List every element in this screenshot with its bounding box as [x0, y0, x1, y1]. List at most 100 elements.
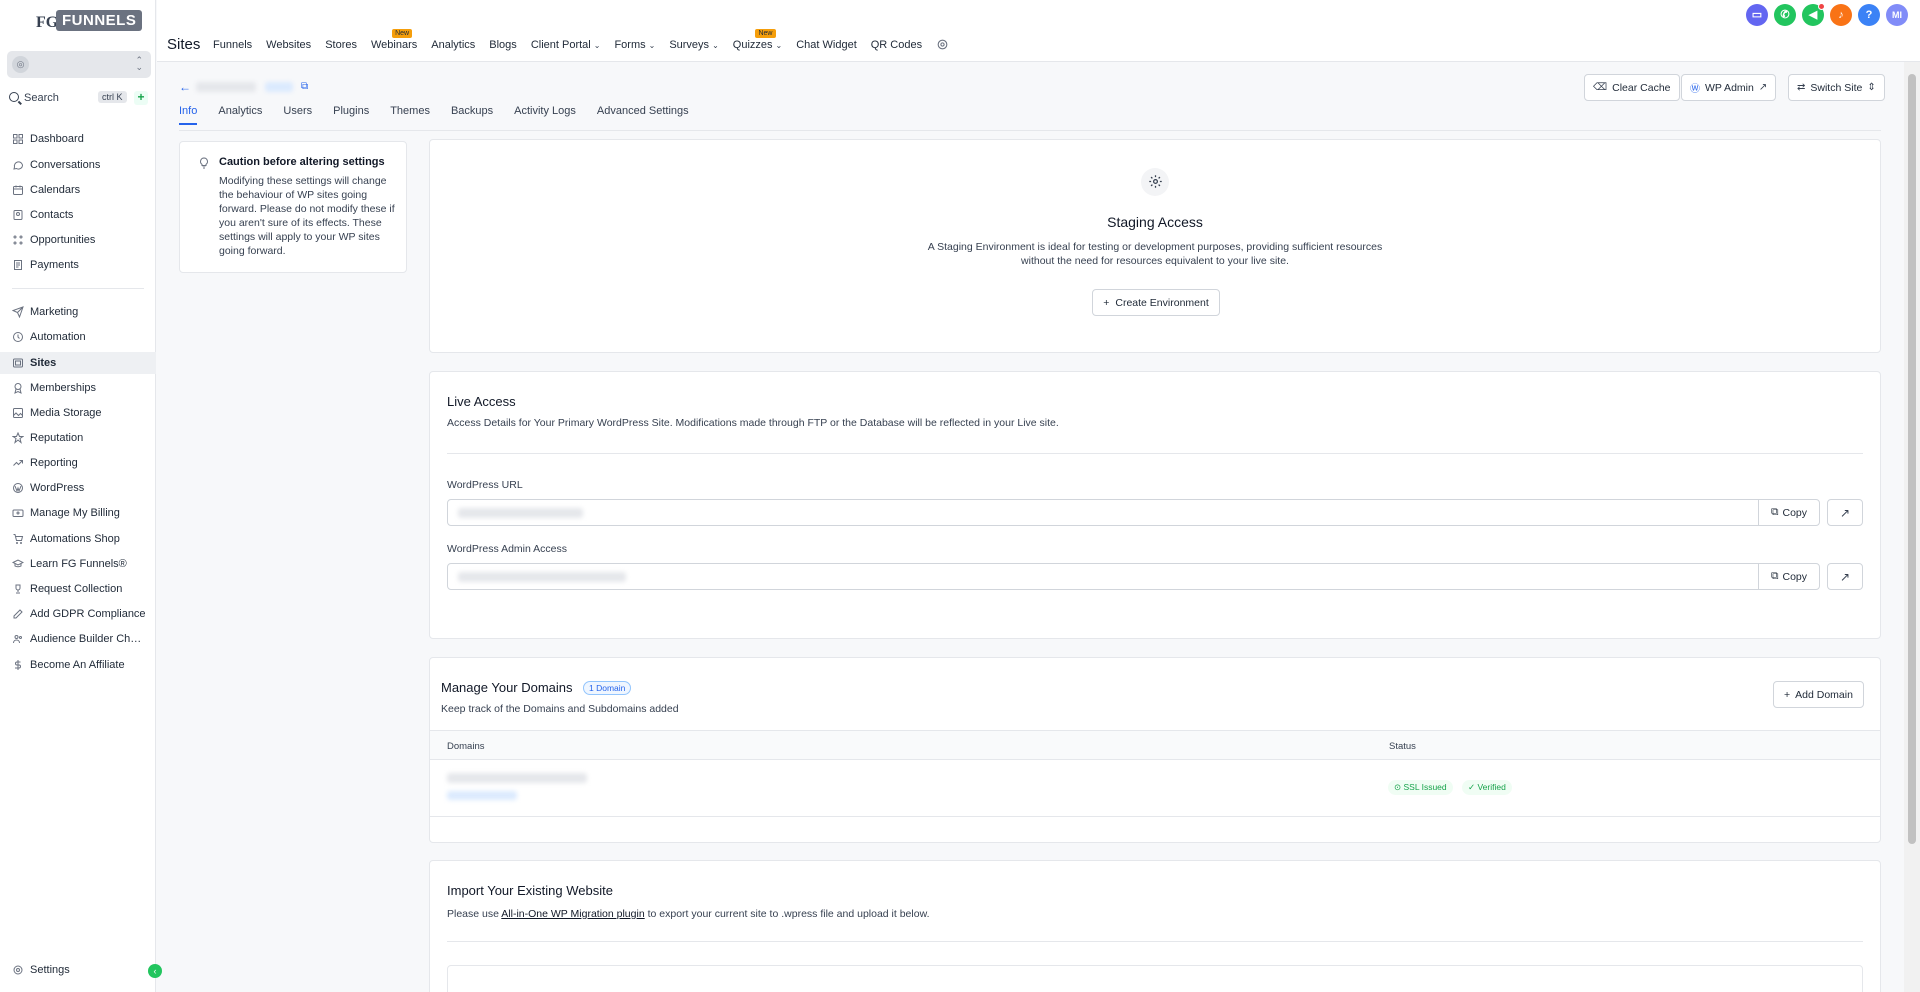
sidebar-item-label: Marketing	[30, 306, 79, 318]
quick-add-icon[interactable]: +	[134, 91, 148, 105]
topnav-analytics[interactable]: Analytics	[431, 39, 475, 54]
megaphone-icon[interactable]: ◀	[1802, 3, 1825, 26]
sidebar-item-become-an-affiliate[interactable]: Become An Affiliate	[0, 654, 156, 676]
wordpress-admin-field[interactable]	[447, 563, 1759, 590]
account-switcher[interactable]: ◎ ⌃ ⌄	[7, 51, 151, 78]
import-desc-before: Please use	[447, 908, 502, 920]
sidebar-item-memberships[interactable]: Memberships	[0, 377, 156, 399]
sidebar-item-dashboard[interactable]: Dashboard	[0, 128, 156, 150]
switch-site-button[interactable]: ⇄ Switch Site ⇕	[1788, 74, 1885, 101]
verified-label: Verified	[1477, 782, 1506, 792]
sidebar-item-calendars[interactable]: Calendars	[0, 179, 156, 201]
sidebar-item-label: Payments	[30, 259, 79, 271]
sidebar-item-conversations[interactable]: Conversations	[0, 154, 156, 176]
message-icon[interactable]: ▭	[1746, 4, 1768, 26]
phone-icon[interactable]: ✆	[1774, 4, 1796, 26]
sidebar-item-label: Become An Affiliate	[30, 659, 125, 671]
live-access-title: Live Access	[447, 394, 516, 409]
sidebar-item-label: Contacts	[30, 209, 74, 221]
payments-icon	[12, 259, 24, 271]
wordpress-url-field[interactable]	[447, 499, 1759, 526]
calendar-icon	[12, 184, 24, 196]
col-status: Status	[1389, 741, 1416, 752]
migration-plugin-link[interactable]: All-in-One WP Migration plugin	[501, 908, 644, 920]
sidebar-search[interactable]: Search ctrl K +	[7, 90, 151, 108]
sidebar-item-contacts[interactable]: Contacts	[0, 204, 156, 226]
topnav-webinars[interactable]: Webinars New	[371, 29, 417, 54]
top-bar: Sites Funnels Websites Stores Webinars New An…	[157, 0, 1920, 62]
sidebar-item-opportunities[interactable]: Opportunities	[0, 229, 156, 251]
tab-info[interactable]: Info	[179, 105, 198, 125]
bell-icon[interactable]: ♪	[1830, 4, 1852, 26]
topnav-surveys[interactable]: Surveys ⌄	[669, 39, 718, 54]
topnav-websites[interactable]: Websites	[266, 39, 311, 54]
topnav-settings[interactable]	[936, 39, 949, 54]
sidebar-item-payments[interactable]: Payments	[0, 254, 156, 276]
copy-url-button[interactable]: ⧉ Copy	[1758, 499, 1820, 526]
topnav-qr-codes[interactable]: QR Codes	[871, 39, 922, 54]
top-nav: Funnels Websites Stores Webinars New Analytic…	[213, 29, 963, 54]
sidebar-item-wordpress[interactable]: WordPress	[0, 477, 156, 499]
upload-dropzone[interactable]	[447, 965, 1863, 992]
tab-plugins[interactable]: Plugins	[333, 105, 369, 125]
sites-icon	[12, 357, 24, 369]
clear-cache-button[interactable]: ⌫ Clear Cache	[1584, 74, 1680, 101]
page-title: Sites	[167, 36, 201, 53]
copy-admin-button[interactable]: ⧉ Copy	[1758, 563, 1820, 590]
topnav-client-portal[interactable]: Client Portal ⌄	[531, 39, 601, 54]
sidebar-item-learn-fg-funnels[interactable]: Learn FG Funnels®	[0, 553, 156, 575]
sidebar-item-marketing[interactable]: Marketing	[0, 301, 156, 323]
sidebar-item-manage-my-billing[interactable]: Manage My Billing	[0, 502, 156, 524]
live-access-description: Access Details for Your Primary WordPres…	[447, 417, 1059, 429]
chevron-updown-icon: ⌃ ⌄	[135, 55, 143, 72]
external-link-icon: ↗	[1758, 82, 1768, 93]
topnav-funnels[interactable]: Funnels	[213, 39, 252, 54]
tab-advanced-settings[interactable]: Advanced Settings	[597, 105, 689, 125]
sidebar-item-request-collection[interactable]: Request Collection	[0, 578, 156, 600]
cart-icon	[12, 533, 24, 545]
tab-users[interactable]: Users	[283, 105, 312, 125]
scrollbar-thumb[interactable]	[1908, 74, 1916, 844]
tab-activity-logs[interactable]: Activity Logs	[514, 105, 576, 125]
sidebar-item-media-storage[interactable]: Media Storage	[0, 402, 156, 424]
gear-icon	[937, 39, 948, 50]
sidebar-item-reporting[interactable]: Reporting	[0, 452, 156, 474]
topnav-forms[interactable]: Forms ⌄	[614, 39, 655, 54]
wordpress-admin-label: WordPress Admin Access	[447, 543, 568, 555]
open-url-button[interactable]: ↗	[1827, 499, 1863, 526]
topnav-quizzes[interactable]: Quizzes ⌄ New	[733, 29, 782, 54]
help-icon[interactable]: ?	[1858, 4, 1880, 26]
link-icon[interactable]: ⧉	[301, 81, 308, 92]
sidebar-item-automations-shop[interactable]: Automations Shop	[0, 528, 156, 550]
sidebar-item-settings[interactable]: Settings	[0, 959, 156, 981]
trophy-icon	[12, 583, 24, 595]
add-domain-button[interactable]: + Add Domain	[1773, 681, 1864, 708]
brand-logo[interactable]: FG FUNNELS	[36, 10, 143, 36]
copy-icon: ⧉	[1770, 570, 1779, 582]
chevron-down-icon: ⌄	[712, 41, 719, 50]
wp-admin-button[interactable]: Ⓦ WP Admin ↗	[1681, 74, 1777, 101]
page-scrollbar[interactable]	[1904, 62, 1920, 992]
chevron-down-icon: ⌄	[593, 41, 601, 50]
topnav-chat-widget[interactable]: Chat Widget	[796, 39, 857, 54]
sidebar-item-sites[interactable]: Sites	[0, 352, 156, 374]
back-arrow-icon[interactable]: ←	[179, 80, 191, 94]
topnav-blogs[interactable]: Blogs	[489, 39, 517, 54]
sidebar-item-audience-builder-challe[interactable]: Audience Builder Challe...	[0, 628, 156, 650]
sidebar-item-automation[interactable]: Automation	[0, 326, 156, 348]
sidebar-item-add-gdpr-compliance[interactable]: Add GDPR Compliance	[0, 603, 156, 625]
tab-themes[interactable]: Themes	[390, 105, 430, 125]
create-environment-button[interactable]: + Create Environment	[1092, 289, 1220, 316]
tab-backups[interactable]: Backups	[451, 105, 493, 125]
topnav-stores[interactable]: Stores	[325, 39, 357, 54]
sidebar-item-reputation[interactable]: Reputation	[0, 427, 156, 449]
user-avatar[interactable]: MI	[1886, 4, 1908, 26]
staging-desc-line1: A Staging Environment is ideal for testi…	[927, 241, 1383, 253]
table-row: ⊙ SSL Issued ✓ Verified	[430, 760, 1880, 817]
tab-analytics[interactable]: Analytics	[218, 105, 262, 125]
import-title: Import Your Existing Website	[447, 883, 613, 898]
dashboard-icon	[12, 133, 24, 145]
collapse-sidebar-icon[interactable]: ‹	[148, 964, 162, 978]
open-admin-button[interactable]: ↗	[1827, 563, 1863, 590]
domains-title: Manage Your Domains	[441, 680, 573, 695]
